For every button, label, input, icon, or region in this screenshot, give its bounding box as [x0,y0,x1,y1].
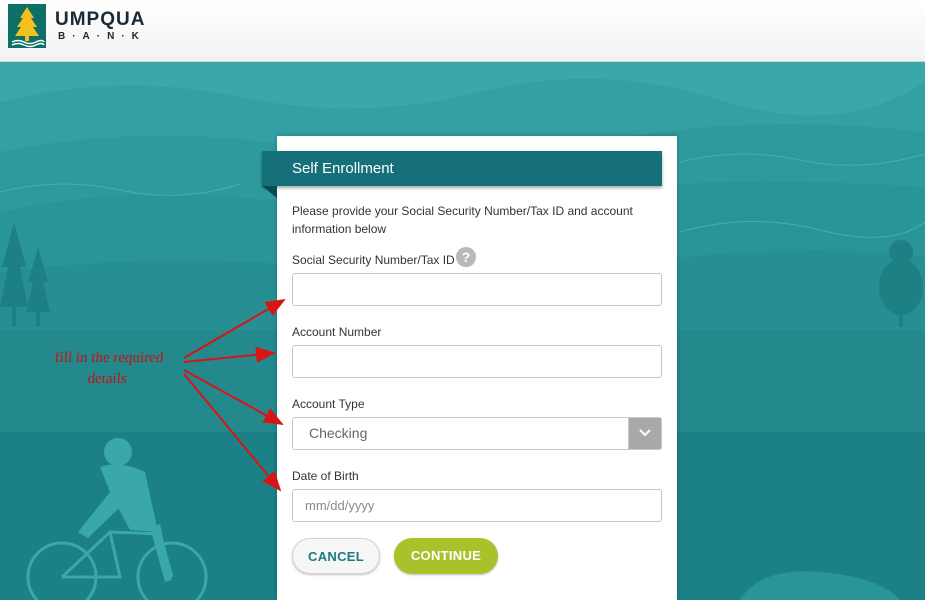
dropdown-toggle[interactable] [628,418,661,449]
account-type-label: Account Type [292,397,365,411]
account-type-selected-value: Checking [309,425,368,441]
panel-title: Self Enrollment [262,151,662,186]
help-icon[interactable]: ? [456,247,476,267]
dob-input[interactable] [292,489,662,522]
continue-button[interactable]: CONTINUE [394,538,498,574]
intro-text: Please provide your Social Security Numb… [292,204,633,236]
brand-subtitle: B·A·N·K [58,31,146,42]
cancel-button[interactable]: CANCEL [292,538,380,574]
brand-name[interactable]: UMPQUA [55,9,145,31]
title-ribbon-fold [262,186,277,198]
ssn-label: Social Security Number/Tax ID [292,253,455,267]
tree-icon[interactable] [8,4,46,48]
account-number-input[interactable] [292,345,662,378]
chevron-down-icon [639,429,651,437]
account-number-label: Account Number [292,325,382,339]
account-type-select[interactable]: Checking [292,417,662,450]
site-header: UMPQUA B·A·N·K [0,0,925,62]
dob-label: Date of Birth [292,469,359,483]
annotation-text: fill in the required details [53,350,165,387]
ssn-input[interactable] [292,273,662,306]
